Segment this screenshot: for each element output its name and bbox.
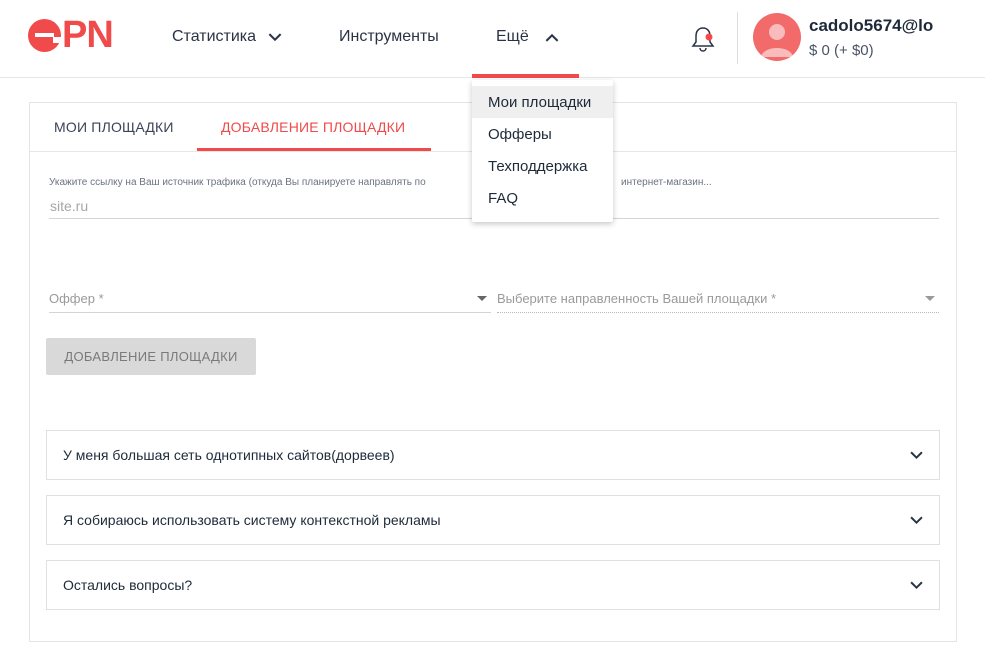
chevron-down-icon (910, 581, 923, 589)
menu-item-faq[interactable]: FAQ (472, 182, 613, 214)
user-name[interactable]: cadolo5674@lo (809, 16, 985, 36)
add-place-button[interactable]: ДОБАВЛЕНИЕ ПЛОЩАДКИ (46, 338, 256, 375)
chevron-down-icon (910, 451, 923, 459)
accordion-title: Я собираюсь использовать систему контекс… (63, 512, 441, 528)
offer-select-placeholder: Оффер * (49, 291, 104, 306)
menu-item-offers[interactable]: Офферы (472, 118, 613, 150)
tab-my-places[interactable]: МОИ ПЛОЩАДКИ (54, 119, 174, 135)
chevron-up-icon (545, 33, 559, 42)
nav-tools-label: Инструменты (339, 28, 439, 45)
header-divider (737, 12, 738, 64)
nav-more-label: Ещё (496, 28, 529, 45)
accordion-context-ads[interactable]: Я собираюсь использовать систему контекс… (46, 495, 940, 545)
tab-add-place[interactable]: ДОБАВЛЕНИЕ ПЛОЩАДКИ (221, 119, 405, 135)
nav-statistics[interactable]: Статистика (172, 28, 282, 46)
chevron-down-icon (910, 516, 923, 524)
user-avatar-icon[interactable] (753, 13, 801, 61)
nav-active-underline (472, 74, 579, 78)
tab-active-underline (197, 148, 431, 151)
accordion-doorways[interactable]: У меня большая сеть однотипных сайтов(до… (46, 430, 940, 480)
caret-down-icon (925, 296, 935, 301)
direction-select[interactable]: Выберите направленность Вашей площадки * (497, 285, 939, 313)
epn-logo[interactable]: PN (28, 14, 114, 56)
accordion-title: У меня большая сеть однотипных сайтов(до… (63, 447, 395, 463)
user-balance: $ 0 (+ $0) (809, 42, 874, 59)
menu-item-my-places[interactable]: Мои площадки (472, 86, 613, 118)
caret-down-icon (477, 296, 487, 301)
direction-select-placeholder: Выберите направленность Вашей площадки * (497, 291, 777, 306)
accordion-title: Остались вопросы? (63, 577, 193, 593)
chevron-down-icon (268, 32, 282, 41)
nav-tools[interactable]: Инструменты (339, 28, 439, 46)
offer-select[interactable]: Оффер * (49, 285, 491, 313)
accordion-questions[interactable]: Остались вопросы? (46, 560, 940, 610)
source-field-label-end: интернет-магазин... (621, 177, 712, 188)
menu-item-support[interactable]: Техподдержка (472, 150, 613, 182)
logo-text: PN (62, 14, 114, 56)
source-field-label: Укажите ссылку на Ваш источник трафика (… (49, 177, 426, 188)
nav-statistics-label: Статистика (172, 28, 257, 45)
nav-more[interactable]: Ещё (496, 28, 559, 46)
logo-e-icon (28, 18, 62, 52)
more-dropdown-menu: Мои площадки Офферы Техподдержка FAQ (472, 80, 613, 222)
bell-icon[interactable] (690, 25, 716, 53)
top-header: PN Статистика Инструменты Ещё cadolo5674… (0, 0, 985, 78)
